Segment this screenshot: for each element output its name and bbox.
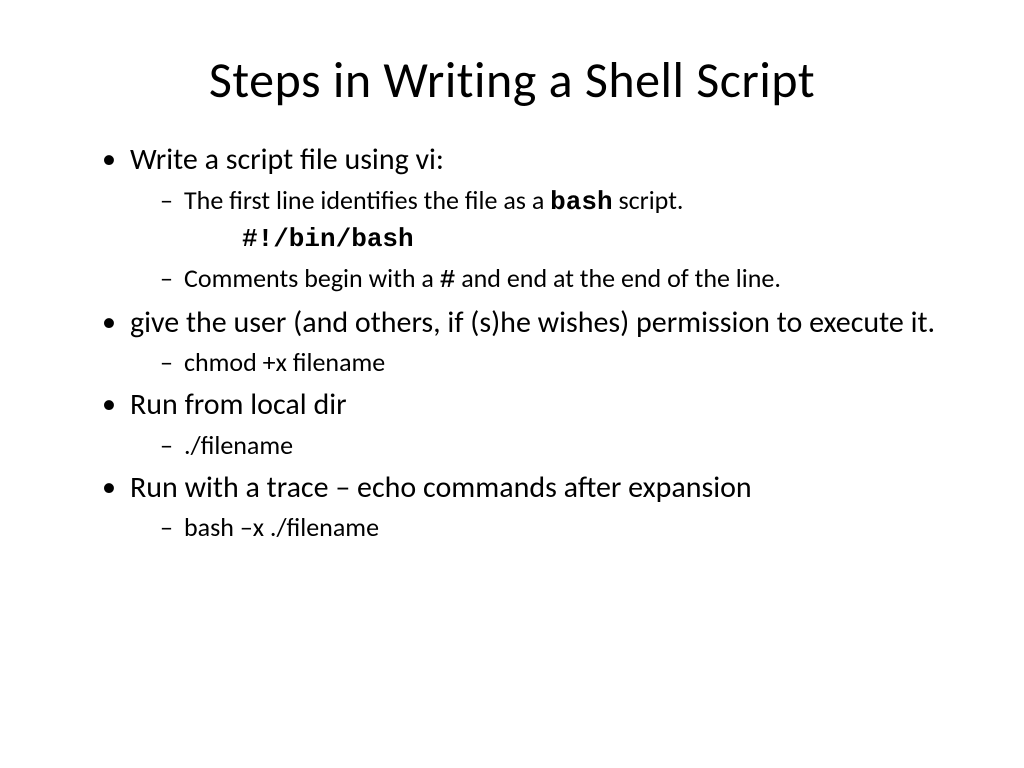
bullet-text: give the user (and others, if (s)he wish… bbox=[130, 304, 935, 341]
sub-list: bash –x ./filename bbox=[130, 510, 944, 545]
sub-text-prefix: The first line identifies the file as a bbox=[184, 184, 550, 216]
sub-item: bash –x ./filename bbox=[162, 510, 944, 545]
slide-title: Steps in Writing a Shell Script bbox=[80, 50, 944, 111]
bullet-item: give the user (and others, if (s)he wish… bbox=[108, 304, 944, 381]
sub-text-mono: bash bbox=[550, 187, 612, 217]
sub-item: ./filename bbox=[162, 428, 944, 463]
sub-text: ./filename bbox=[184, 429, 293, 461]
bullet-text: Write a script file using vi: bbox=[130, 141, 444, 178]
bullet-item: Write a script file using vi: The first … bbox=[108, 141, 944, 298]
bullet-list: Write a script file using vi: The first … bbox=[80, 141, 944, 546]
sub-text: chmod +x filename bbox=[184, 346, 385, 378]
sub-list: ./filename bbox=[130, 428, 944, 463]
sub-text-prefix: Comments begin with a bbox=[184, 262, 440, 294]
bullet-text: Run from local dir bbox=[130, 386, 347, 423]
sub-item: chmod +x filename bbox=[162, 345, 944, 380]
sub-text: bash –x ./filename bbox=[184, 511, 379, 543]
sub-text-suffix: script. bbox=[613, 184, 684, 216]
bullet-item: Run with a trace – echo commands after e… bbox=[108, 469, 944, 546]
sub-item: The first line identifies the file as a … bbox=[162, 183, 944, 257]
sub-list: The first line identifies the file as a … bbox=[130, 183, 944, 298]
slide: Steps in Writing a Shell Script Write a … bbox=[0, 0, 1024, 768]
bullet-text: Run with a trace – echo commands after e… bbox=[130, 469, 752, 506]
sub-list: chmod +x filename bbox=[130, 345, 944, 380]
sub-text-mono: # bbox=[440, 265, 456, 295]
sub-text-suffix: and end at the end of the line. bbox=[455, 262, 781, 294]
sub-item: Comments begin with a # and end at the e… bbox=[162, 261, 944, 298]
bullet-item: Run from local dir ./filename bbox=[108, 386, 944, 463]
code-line: #!/bin/bash bbox=[242, 222, 944, 257]
